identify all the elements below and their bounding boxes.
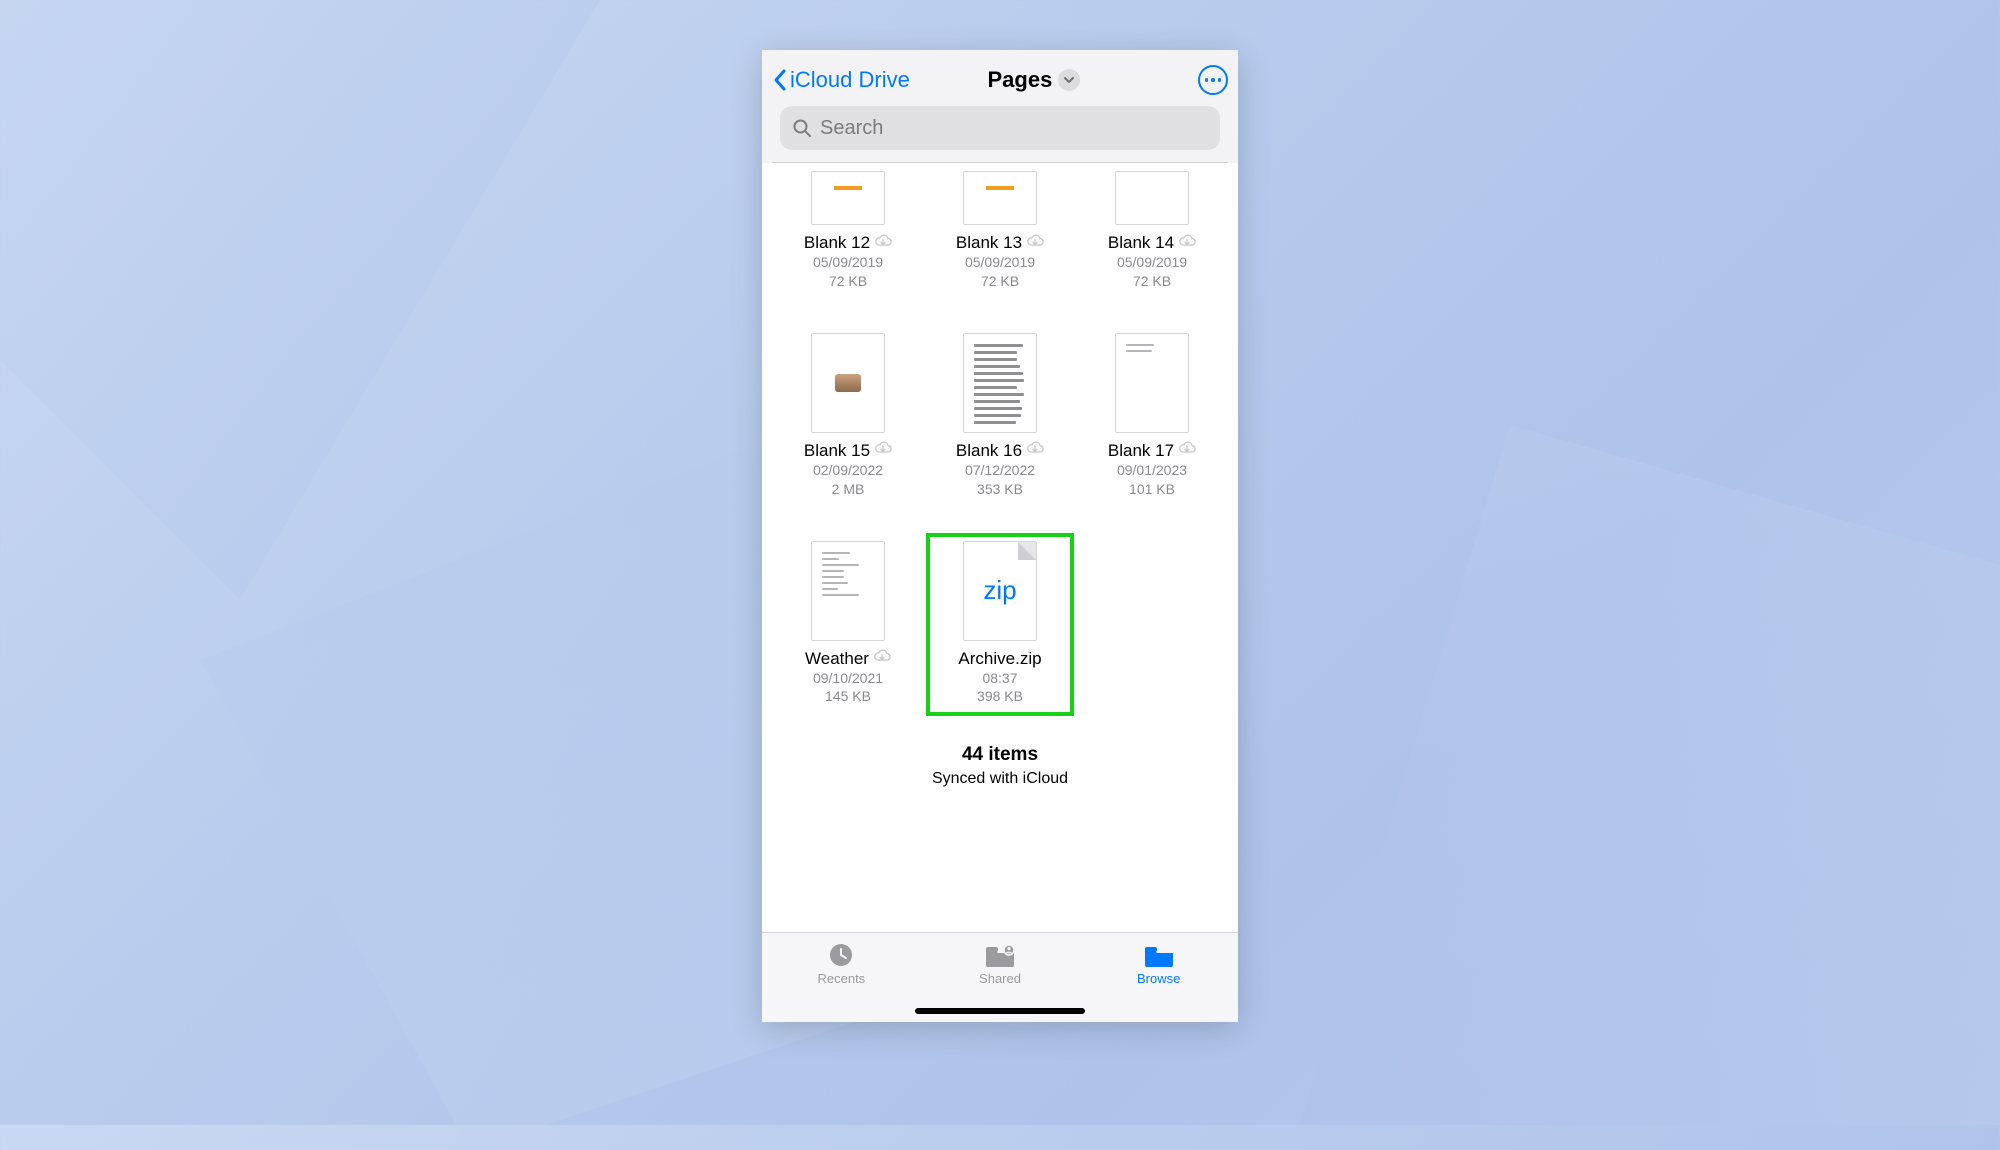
nav-title-group: Pages — [876, 67, 1192, 93]
file-item[interactable]: Blank 1305/09/201972 KB — [926, 163, 1074, 301]
cloud-download-icon — [1026, 234, 1044, 253]
file-item[interactable]: Weather09/10/2021145 KB — [774, 533, 922, 717]
folder-icon — [1142, 941, 1176, 969]
file-item[interactable]: Blank 1205/09/201972 KB — [774, 163, 922, 301]
file-date: 08:37 — [982, 669, 1017, 688]
file-date: 05/09/2019 — [813, 253, 883, 272]
file-grid: Blank 1205/09/201972 KBBlank 1305/09/201… — [774, 163, 1226, 716]
file-item[interactable]: Blank 1709/01/2023101 KB — [1078, 325, 1226, 509]
file-size: 72 KB — [829, 272, 867, 291]
cloud-download-icon — [874, 234, 892, 253]
file-date: 07/12/2022 — [965, 461, 1035, 480]
file-item[interactable]: zip Archive.zip08:37398 KB — [926, 533, 1074, 717]
file-size: 72 KB — [981, 272, 1019, 291]
file-size: 72 KB — [1133, 272, 1171, 291]
tab-recents-label: Recents — [817, 971, 865, 986]
navigation-bar: iCloud Drive Pages — [762, 50, 1238, 163]
page-title: Pages — [988, 67, 1053, 93]
file-date: 09/10/2021 — [813, 669, 883, 688]
title-dropdown-button[interactable] — [1058, 69, 1080, 91]
tab-recents[interactable]: Recents — [762, 933, 921, 1022]
files-app-window: iCloud Drive Pages Bl — [762, 50, 1238, 1022]
tab-browse-label: Browse — [1137, 971, 1180, 986]
file-date: 02/09/2022 — [813, 461, 883, 480]
pages-app-icon — [834, 171, 862, 190]
tab-shared-label: Shared — [979, 971, 1021, 986]
cloud-download-icon — [874, 441, 892, 460]
file-size: 398 KB — [977, 687, 1023, 706]
file-name: Blank 16 — [956, 441, 1022, 461]
cloud-download-icon — [1178, 234, 1196, 253]
file-name: Blank 15 — [804, 441, 870, 461]
file-name: Blank 13 — [956, 233, 1022, 253]
search-bar — [772, 102, 1228, 162]
file-name: Weather — [805, 649, 869, 669]
search-icon — [792, 118, 812, 138]
chevron-left-icon — [772, 68, 788, 92]
home-indicator[interactable] — [915, 1008, 1085, 1014]
cloud-download-icon — [1026, 441, 1044, 460]
image-thumbnail-icon — [835, 374, 861, 392]
search-input[interactable] — [820, 117, 1208, 140]
file-size: 101 KB — [1129, 480, 1175, 499]
file-name: Blank 14 — [1108, 233, 1174, 253]
status-block: 44 items Synced with iCloud — [774, 716, 1226, 802]
tab-browse[interactable]: Browse — [1079, 933, 1238, 1022]
file-size: 353 KB — [977, 480, 1023, 499]
zip-glyph: zip — [983, 575, 1016, 606]
clock-icon — [826, 941, 856, 969]
more-options-button[interactable] — [1198, 65, 1228, 95]
file-item[interactable]: Blank 1405/09/201972 KB — [1078, 163, 1226, 301]
cloud-download-icon — [873, 649, 891, 668]
file-item[interactable]: Blank 1607/12/2022353 KB — [926, 325, 1074, 509]
file-name: Blank 12 — [804, 233, 870, 253]
cloud-download-icon — [1178, 441, 1196, 460]
item-count: 44 items — [774, 744, 1226, 766]
file-size: 145 KB — [825, 687, 871, 706]
search-field[interactable] — [780, 106, 1220, 150]
file-name: Blank 17 — [1108, 441, 1174, 461]
pages-app-icon — [986, 171, 1014, 190]
file-date: 05/09/2019 — [965, 253, 1035, 272]
file-name: Archive.zip — [958, 649, 1041, 669]
file-date: 09/01/2023 — [1117, 461, 1187, 480]
sync-status: Synced with iCloud — [774, 770, 1226, 788]
file-item[interactable]: Blank 1502/09/20222 MB — [774, 325, 922, 509]
shared-folder-icon — [983, 941, 1017, 969]
file-size: 2 MB — [832, 480, 865, 499]
tab-bar: Recents Shared Browse — [762, 932, 1238, 1022]
file-date: 05/09/2019 — [1117, 253, 1187, 272]
page-fold-icon — [1018, 542, 1036, 560]
file-grid-scroll[interactable]: Blank 1205/09/201972 KBBlank 1305/09/201… — [762, 163, 1238, 932]
ellipsis-icon — [1205, 78, 1222, 82]
chevron-down-icon — [1063, 74, 1075, 86]
nav-row: iCloud Drive Pages — [772, 58, 1228, 102]
